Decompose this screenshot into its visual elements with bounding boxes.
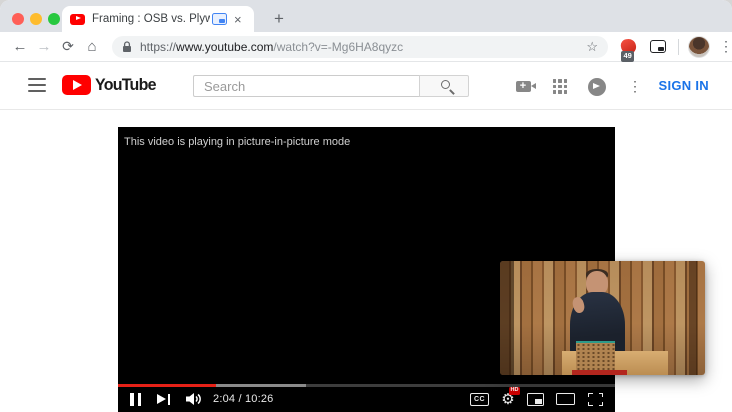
hd-quality-badge: HD [509, 387, 520, 395]
close-window-button[interactable] [12, 13, 24, 25]
camcorder-icon [515, 81, 536, 92]
messages-button[interactable] [586, 77, 608, 96]
url-text: https://www.youtube.com/watch?v=-Mg6HA8q… [140, 40, 586, 54]
youtube-play-icon [62, 75, 91, 95]
page-content: This video is playing in picture-in-pict… [0, 110, 732, 412]
pip-wall-shadow-left [500, 261, 515, 375]
secure-lock-icon [122, 40, 132, 53]
pip-extension-button[interactable] [648, 37, 668, 57]
pip-extension-icon [650, 40, 666, 53]
browser-window: Framing : OSB vs. Plywood × + ← → ⟳ ⌂ ht… [0, 0, 732, 412]
pip-window[interactable] [500, 261, 705, 375]
controls-right: CC ⚙ HD [470, 387, 603, 407]
search-icon [441, 80, 450, 89]
url-domain: www.youtube.com [176, 39, 274, 54]
search-input[interactable] [193, 75, 419, 97]
miniplayer-button[interactable] [527, 392, 544, 406]
sign-in-button[interactable]: SIGN IN [659, 78, 710, 93]
minimize-window-button[interactable] [30, 13, 42, 25]
youtube-wordmark: YouTube [95, 75, 156, 94]
subtitles-button[interactable]: CC [470, 392, 489, 406]
pip-wall-shadow-right [688, 261, 697, 375]
fullscreen-button[interactable] [588, 392, 603, 406]
youtube-favicon-icon [70, 13, 85, 25]
kebab-menu-icon: ⋮ [628, 78, 642, 94]
theater-mode-button[interactable] [556, 393, 575, 405]
url-scheme: https:// [140, 39, 177, 54]
red-table-edge [571, 369, 628, 375]
toolbar-separator [678, 38, 679, 55]
osb-board-sample [575, 340, 615, 372]
extension-button-red[interactable]: 49 [618, 37, 638, 62]
pip-mode-message: This video is playing in picture-in-pict… [124, 136, 351, 148]
extension-badge: 49 [621, 51, 635, 62]
controls-left: 2:04 / 10:26 [130, 392, 274, 406]
pause-button[interactable] [130, 392, 141, 406]
volume-button[interactable] [186, 392, 203, 406]
forward-button[interactable]: → [32, 35, 56, 59]
youtube-apps-button[interactable] [549, 78, 571, 95]
browser-toolbar: ← → ⟳ ⌂ https://www.youtube.com/watch?v=… [0, 32, 732, 62]
search-button[interactable] [419, 75, 469, 97]
pip-video-frame [500, 261, 705, 375]
time-display: 2:04 / 10:26 [213, 393, 274, 405]
reload-button[interactable]: ⟳ [56, 35, 80, 59]
chrome-menu-button[interactable]: ⋮ [716, 36, 732, 58]
back-button[interactable]: ← [8, 35, 32, 59]
tab-close-button[interactable]: × [234, 13, 242, 26]
progress-bar[interactable] [118, 384, 615, 387]
titlebar: Framing : OSB vs. Plywood × + [0, 0, 732, 32]
create-video-button[interactable] [512, 78, 536, 95]
profile-avatar[interactable] [688, 35, 710, 58]
next-video-button[interactable] [157, 394, 170, 405]
youtube-header: YouTube ⋮ SIGN IN [0, 62, 732, 110]
address-bar[interactable]: https://www.youtube.com/watch?v=-Mg6HA8q… [112, 35, 608, 58]
settings-button[interactable]: ⚙ HD [500, 387, 520, 407]
progress-played [118, 384, 217, 387]
home-button[interactable]: ⌂ [80, 35, 104, 59]
apps-grid-icon [552, 79, 568, 94]
tab-title: Framing : OSB vs. Plywood [92, 13, 210, 25]
speaker-icon [186, 393, 201, 405]
zoom-window-button[interactable] [48, 13, 60, 25]
player-controls: 2:04 / 10:26 CC ⚙ HD [118, 387, 615, 409]
new-tab-button[interactable]: + [266, 6, 292, 32]
youtube-settings-menu-button[interactable]: ⋮ [624, 78, 646, 95]
search-area [193, 75, 469, 97]
messages-icon [588, 77, 606, 96]
browser-tab[interactable]: Framing : OSB vs. Plywood × [62, 6, 254, 32]
guide-menu-button[interactable] [28, 78, 46, 92]
pip-indicator-icon [212, 13, 227, 25]
bookmark-star-icon[interactable]: ☆ [586, 39, 598, 55]
youtube-logo[interactable]: YouTube [62, 75, 160, 95]
url-path: /watch?v=-Mg6HA8qyzc [273, 39, 404, 54]
